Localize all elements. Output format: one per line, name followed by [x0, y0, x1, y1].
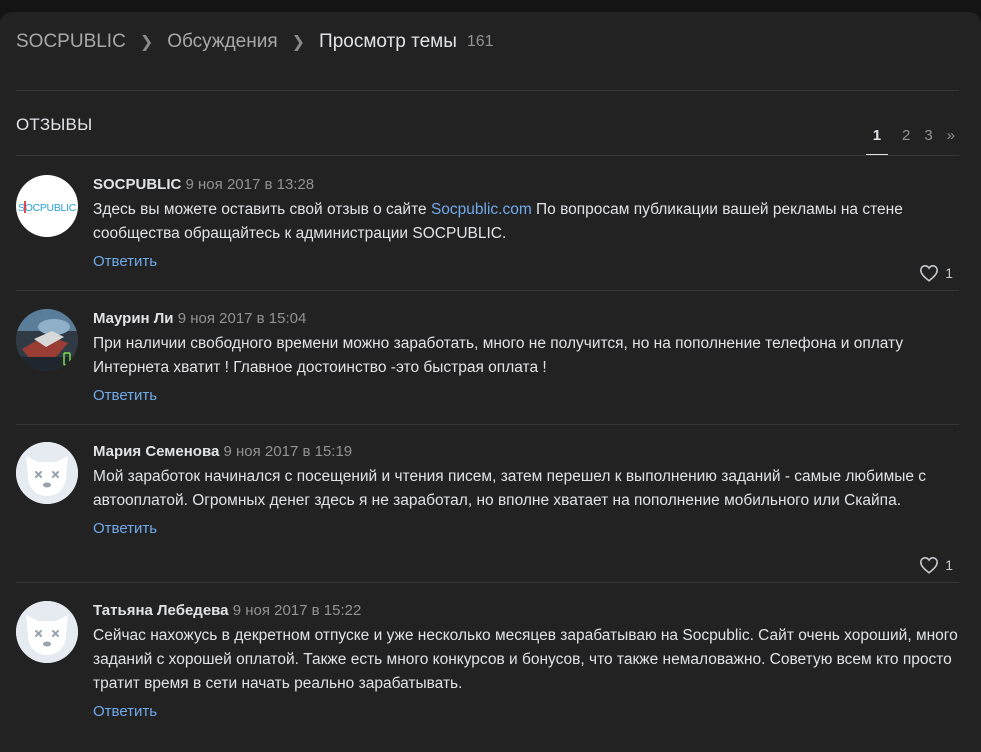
- avatar[interactable]: [16, 442, 78, 504]
- avatar[interactable]: [16, 601, 78, 663]
- topic-count: 161: [466, 33, 494, 50]
- default-avatar-dog-icon: [16, 442, 78, 504]
- site-link[interactable]: Socpublic.com: [431, 201, 532, 218]
- page-3[interactable]: 3: [924, 127, 932, 144]
- breadcrumb-section[interactable]: Обсуждения: [167, 31, 277, 53]
- divider: [16, 424, 959, 425]
- reply-button[interactable]: Ответить: [93, 386, 959, 406]
- avatar[interactable]: SOCPUBLIC: [16, 175, 78, 237]
- comment-text: Здесь вы можете оставить свой отзыв о са…: [93, 198, 959, 246]
- comment-text: Сейчас нахожусь в декретном отпуске и уж…: [93, 627, 958, 692]
- chevron-right-icon: ❯: [139, 34, 154, 51]
- reply-button[interactable]: Ответить: [93, 519, 959, 539]
- comment-text: При наличии свободного времени можно зар…: [93, 335, 904, 376]
- breadcrumb-root[interactable]: SOCPUBLIC: [16, 31, 126, 53]
- like-count: 1: [945, 265, 953, 281]
- divider: [16, 155, 959, 156]
- discussion-card: SOCPUBLIC ❯ Обсуждения ❯ Просмотр темы 1…: [0, 12, 981, 752]
- page-1[interactable]: 1: [865, 127, 888, 156]
- divider: [16, 290, 959, 291]
- user-photo-icon: [16, 309, 78, 371]
- comment-author[interactable]: Маурин Ли: [93, 310, 174, 327]
- like-button[interactable]: 1: [919, 264, 953, 282]
- reply-button[interactable]: Ответить: [93, 252, 959, 272]
- breadcrumb-current: Просмотр темы: [319, 31, 457, 52]
- next-page-button[interactable]: »: [947, 127, 955, 144]
- comment-author[interactable]: SOCPUBLIC: [93, 176, 181, 193]
- comment-date[interactable]: 9 ноя 2017 в 15:04: [178, 310, 307, 327]
- comment-author[interactable]: Татьяна Лебедева: [93, 602, 229, 619]
- like-button[interactable]: 1: [919, 556, 953, 574]
- divider: [16, 90, 959, 91]
- heart-icon: [920, 264, 939, 282]
- avatar[interactable]: [16, 309, 78, 371]
- comment-text-part: Здесь вы можете оставить свой отзыв о са…: [93, 201, 431, 218]
- divider: [16, 582, 959, 583]
- reply-button[interactable]: Ответить: [93, 702, 959, 722]
- comment-date[interactable]: 9 ноя 2017 в 15:22: [233, 602, 362, 619]
- comment-date[interactable]: 9 ноя 2017 в 15:19: [224, 443, 353, 460]
- chevron-right-icon: ❯: [291, 34, 306, 51]
- section-title: ОТЗЫВЫ: [16, 115, 93, 134]
- pagination: 1 2 3 »: [865, 127, 955, 156]
- comment-date[interactable]: 9 ноя 2017 в 13:28: [186, 176, 315, 193]
- breadcrumb: SOCPUBLIC ❯ Обсуждения ❯ Просмотр темы 1…: [16, 30, 494, 54]
- socpublic-logo-icon: SOCPUBLIC: [18, 201, 77, 214]
- comment-author[interactable]: Мария Семенова: [93, 443, 219, 460]
- default-avatar-dog-icon: [16, 601, 78, 663]
- page-2[interactable]: 2: [902, 127, 910, 144]
- avatar-logo-text: SOCPUBLIC: [18, 202, 77, 214]
- like-count: 1: [945, 557, 953, 573]
- heart-icon: [920, 556, 939, 574]
- comment-text: Мой заработок начинался с посещений и чт…: [93, 468, 927, 509]
